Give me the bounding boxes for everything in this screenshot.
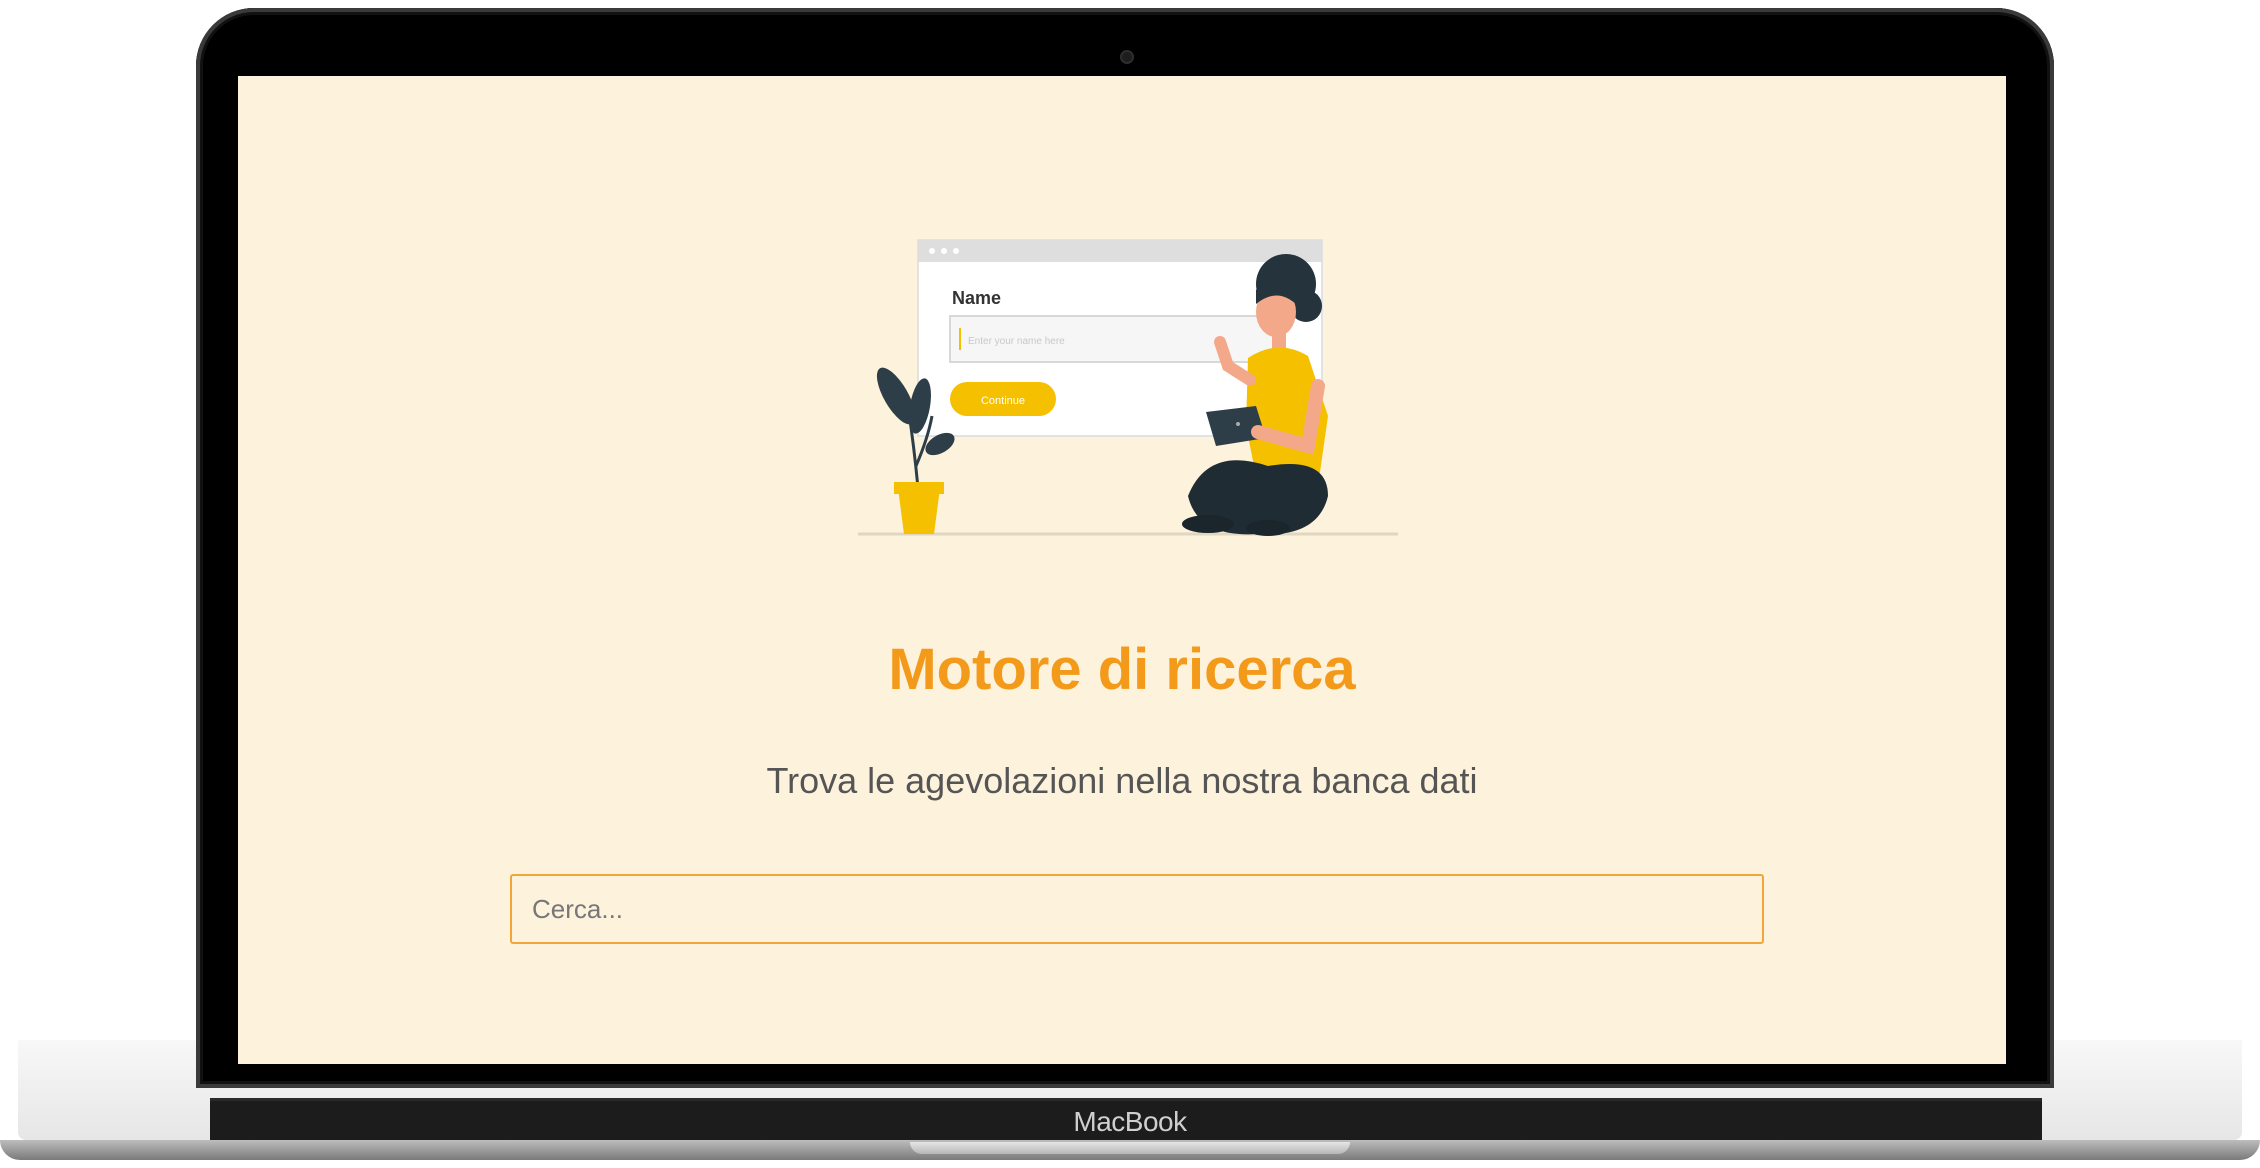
laptop-notch [910, 1142, 1350, 1154]
screen: Name Enter your name here Continue Motor… [238, 76, 2006, 1064]
form-illustration: Name Enter your name here Continue [858, 239, 1398, 536]
page-subtitle: Trova le agevolazioni nella nostra banca… [766, 760, 1478, 801]
illustration-input-placeholder: Enter your name here [968, 336, 1065, 347]
camera-icon [1120, 50, 1134, 64]
macbook-label: MacBook [1073, 1106, 1187, 1137]
search-input[interactable] [510, 874, 1764, 944]
page-title: Motore di ricerca [888, 637, 1356, 702]
illustration-button-label: Continue [981, 395, 1025, 407]
illustration-form-label: Name [952, 288, 1001, 308]
